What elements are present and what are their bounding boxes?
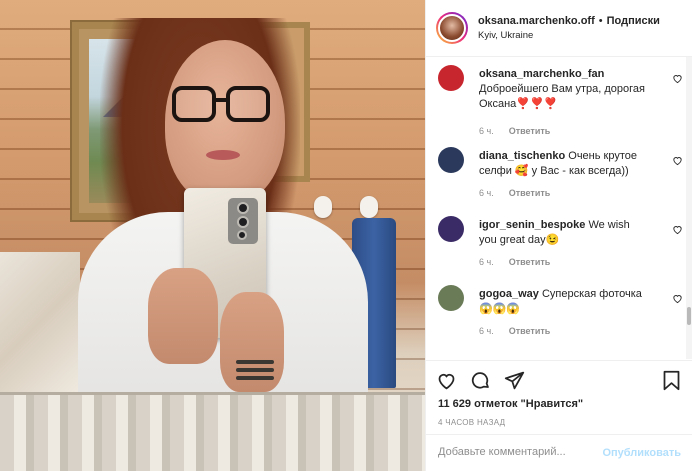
commenter-avatar[interactable] <box>438 147 464 173</box>
commenter-username[interactable]: diana_tischenko <box>479 150 565 162</box>
publish-button[interactable]: Опубликовать <box>602 447 681 459</box>
commenter-username[interactable]: oksana_marchenko_fan <box>479 68 604 80</box>
comment-time: 6 ч. <box>479 326 494 336</box>
reply-button[interactable]: Ответить <box>509 126 551 136</box>
bookmark-icon[interactable] <box>662 370 681 391</box>
like-comment-heart-icon[interactable] <box>672 224 683 235</box>
reply-button[interactable]: Ответить <box>509 257 551 267</box>
commenter-avatar[interactable] <box>438 216 464 242</box>
post-actions: 11 629 отметок "Нравится" 4 ЧАСОВ НАЗАД … <box>426 360 692 471</box>
like-comment-heart-icon[interactable] <box>672 293 683 304</box>
like-comment-heart-icon[interactable] <box>672 155 683 166</box>
commenter-avatar[interactable] <box>438 65 464 91</box>
mirror-frame <box>0 392 425 471</box>
lips <box>206 150 240 160</box>
comment-time: 6 ч. <box>479 126 494 136</box>
glasses <box>172 86 272 126</box>
scrollbar-thumb[interactable] <box>687 307 691 325</box>
comment-input[interactable] <box>438 446 608 458</box>
following-button[interactable]: Подписки <box>607 15 660 27</box>
post-header: oksana.marchenko.off • Подписки Kyiv, Uk… <box>426 0 692 57</box>
post-timestamp[interactable]: 4 ЧАСОВ НАЗАД <box>438 418 505 427</box>
post-location[interactable]: Kyiv, Ukraine <box>478 30 660 41</box>
like-comment-heart-icon[interactable] <box>672 73 683 84</box>
commenter-username[interactable]: gogoa_way <box>479 288 539 300</box>
marble-tile <box>0 252 80 392</box>
profile-avatar[interactable] <box>436 12 468 44</box>
instagram-post: oksana.marchenko.off • Подписки Kyiv, Uk… <box>0 0 692 471</box>
comments-scrollbar[interactable] <box>686 57 692 359</box>
commenter-username[interactable]: igor_senin_bespoke <box>479 219 585 231</box>
reply-button[interactable]: Ответить <box>509 188 551 198</box>
likes-count[interactable]: 11 629 отметок "Нравится" <box>438 398 583 410</box>
camera-module <box>228 198 258 244</box>
share-icon[interactable] <box>504 370 525 391</box>
add-comment-bar: Опубликовать <box>426 434 692 471</box>
commenter-avatar[interactable] <box>438 285 464 311</box>
comment-time: 6 ч. <box>479 257 494 267</box>
separator-dot: • <box>598 15 603 27</box>
towel-hook <box>360 196 378 218</box>
ring <box>236 360 274 364</box>
comment-time: 6 ч. <box>479 188 494 198</box>
post-photo[interactable] <box>0 0 425 471</box>
left-hand <box>148 268 218 364</box>
comment-text: Доброейшего Вам утра, дорогая Оксана❣️❣️… <box>479 83 645 110</box>
post-sidebar: oksana.marchenko.off • Подписки Kyiv, Uk… <box>425 0 692 471</box>
heart-icon[interactable] <box>436 370 457 391</box>
comments-list: oksana_marchenko_fan Доброейшего Вам утр… <box>426 57 692 359</box>
comment-icon[interactable] <box>470 370 491 391</box>
towel-hook <box>314 196 332 218</box>
reply-button[interactable]: Ответить <box>509 326 551 336</box>
author-username[interactable]: oksana.marchenko.off <box>478 15 595 27</box>
